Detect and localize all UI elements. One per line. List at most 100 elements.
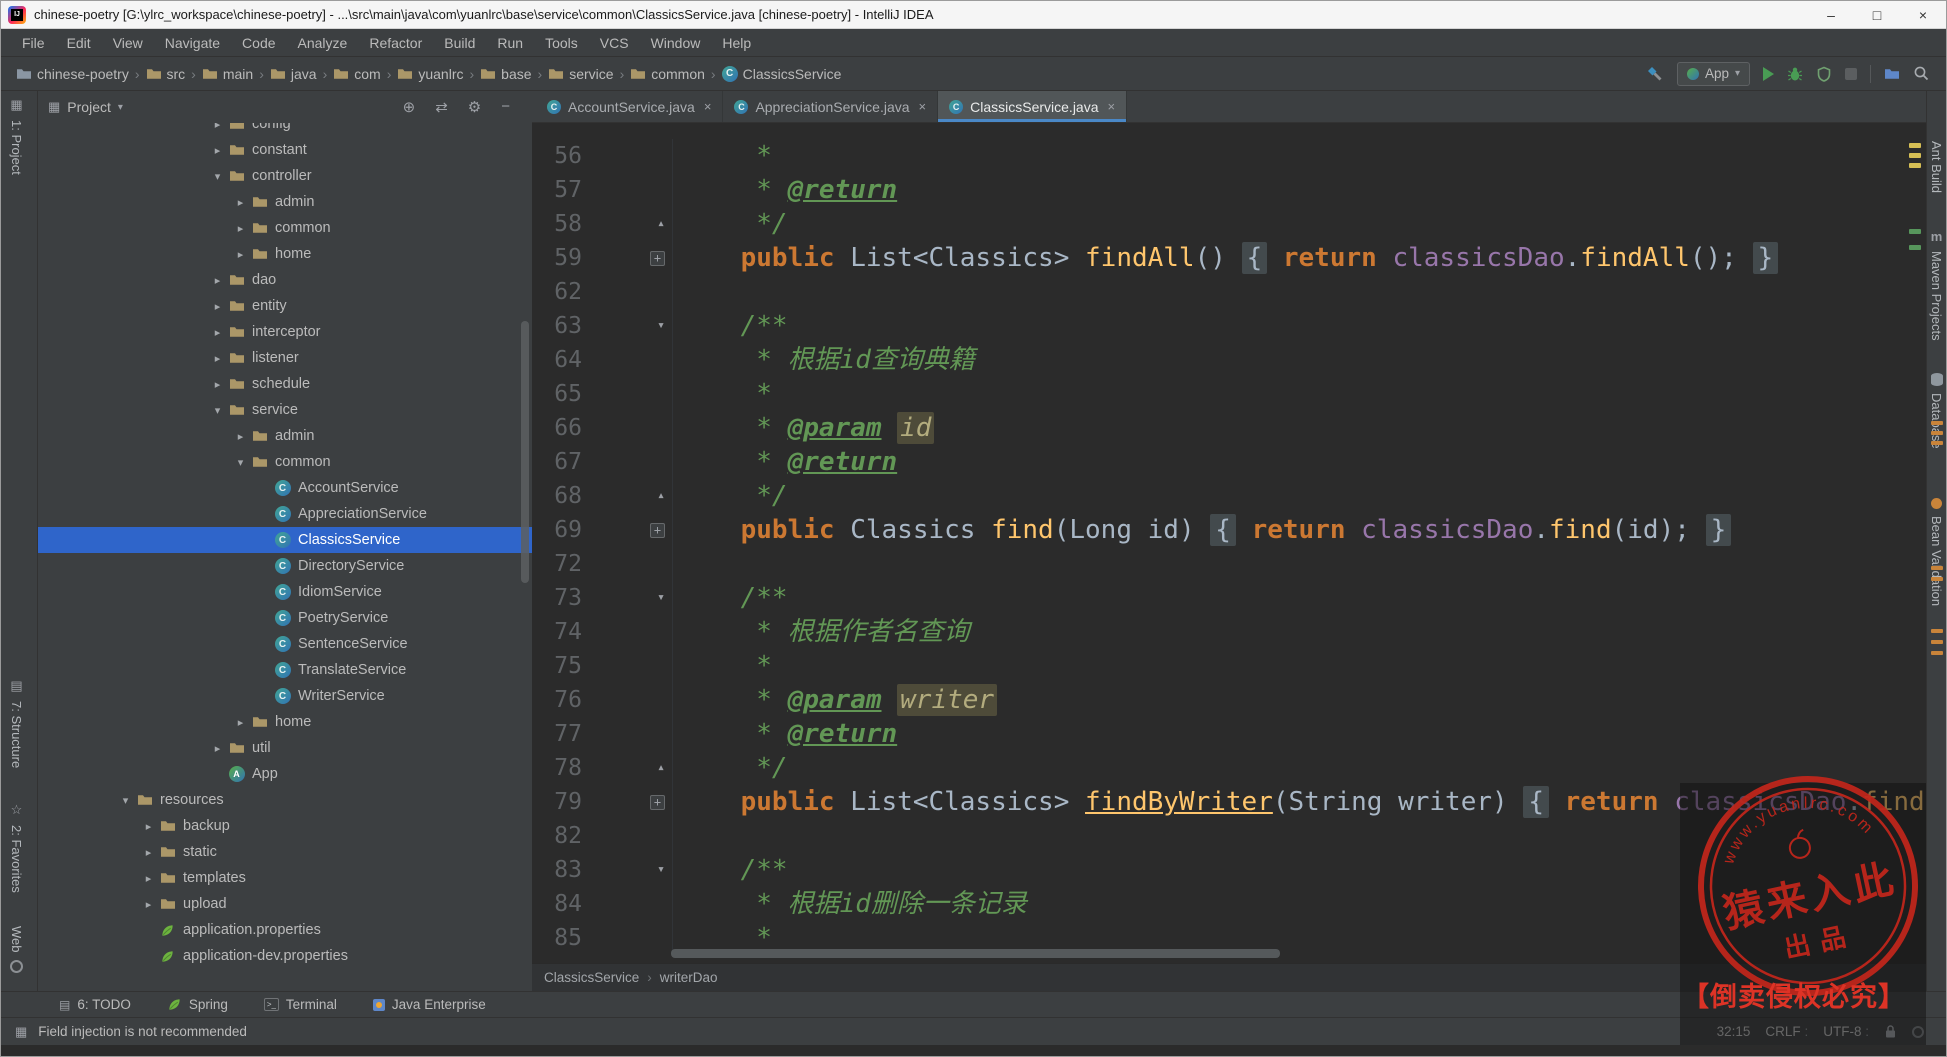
close-button[interactable]: × [1900,1,1946,28]
build-hammer-icon[interactable] [1646,65,1664,83]
tree-item-WriterService[interactable]: C WriterService [38,683,532,709]
run-config-select[interactable]: App ▾ [1676,61,1750,86]
project-structure-icon[interactable] [1884,66,1900,82]
menu-item-analyze[interactable]: Analyze [287,29,359,57]
tree-collapsed-icon[interactable]: ▸ [208,352,227,365]
code-line[interactable]: 67 * @return [532,445,1926,479]
tree-collapsed-icon[interactable]: ▸ [231,222,250,235]
tree-collapsed-icon[interactable]: ▸ [139,820,158,833]
menu-item-refactor[interactable]: Refactor [358,29,433,57]
tool-window-button-web[interactable]: Web [9,926,24,973]
tool-window-button-terminal[interactable]: >_ Terminal [263,997,337,1012]
code-line[interactable]: 69 + public Classics find(Long id) { retu… [532,513,1926,547]
tree-item-schedule[interactable]: ▸ schedule [38,371,532,397]
code-line[interactable]: 72 [532,547,1926,581]
tree-item-static[interactable]: ▸ static [38,839,532,865]
breadcrumb-item-yuanlrc[interactable]: yuanlrc [394,66,466,82]
code-line[interactable]: 64 * 根据id查询典籍 [532,343,1926,377]
tree-item-listener[interactable]: ▸ listener [38,345,532,371]
tree-item-constant[interactable]: ▸ constant [38,137,532,163]
coverage-shield-icon[interactable] [1816,66,1832,82]
menu-item-edit[interactable]: Edit [56,29,102,57]
menu-item-window[interactable]: Window [640,29,712,57]
tree-item-common[interactable]: ▾ common [38,449,532,475]
breadcrumb-item-service[interactable]: service [545,66,616,82]
code-line[interactable]: 74 * 根据作者名查询 [532,615,1926,649]
horizontal-scrollbar[interactable] [671,949,1280,958]
tree-collapsed-icon[interactable]: ▸ [208,378,227,391]
menu-item-help[interactable]: Help [711,29,762,57]
fold-marker-icon[interactable]: ▴ [582,207,672,241]
menu-item-view[interactable]: View [102,29,154,57]
code-line[interactable]: 57 * @return [532,173,1926,207]
menu-item-run[interactable]: Run [486,29,534,57]
tree-item-backup[interactable]: ▸ backup [38,813,532,839]
close-tab-icon[interactable]: × [919,99,927,114]
tree-collapsed-icon[interactable]: ▸ [231,430,250,443]
fold-collapsed-icon[interactable]: + [650,522,665,538]
tree-item-IdiomService[interactable]: C IdiomService [38,579,532,605]
breadcrumb-item-chinese-poetry[interactable]: chinese-poetry [13,66,132,82]
menu-item-build[interactable]: Build [433,29,486,57]
fold-marker-icon[interactable]: + [582,513,672,547]
search-icon[interactable] [1913,65,1930,82]
fold-marker-icon[interactable]: ▾ [582,853,672,887]
minimize-button[interactable]: – [1808,1,1854,28]
tool-window-button-2-favorites[interactable]: ☆ 2: Favorites [9,802,24,893]
tree-item-service[interactable]: ▾ service [38,397,532,423]
tree-item-AppreciationService[interactable]: C AppreciationService [38,501,532,527]
tree-collapsed-icon[interactable]: ▸ [139,846,158,859]
tree-item-DirectoryService[interactable]: C DirectoryService [38,553,532,579]
tool-window-switcher-icon[interactable]: ▦ [15,1024,27,1040]
tree-collapsed-icon[interactable]: ▸ [231,196,250,209]
tree-collapsed-icon[interactable]: ▸ [231,248,250,261]
tree-item-SentenceService[interactable]: C SentenceService [38,631,532,657]
close-tab-icon[interactable]: × [704,99,712,114]
fold-marker-icon[interactable]: + [582,241,672,275]
tree-item-home[interactable]: ▸ home [38,241,532,267]
editor-tab-AppreciationService.java[interactable]: C AppreciationService.java × [723,91,939,122]
tree-item-common[interactable]: ▸ common [38,215,532,241]
code-line[interactable]: 73 ▾ /** [532,581,1926,615]
tree-item-AccountService[interactable]: C AccountService [38,475,532,501]
tree-item-application-dev.properties[interactable]: application-dev.properties [38,943,532,969]
tree-item-home[interactable]: ▸ home [38,709,532,735]
menu-item-file[interactable]: File [11,29,56,57]
collapse-expand-icon[interactable]: ⇄ [435,98,448,116]
fold-marker-icon[interactable]: ▾ [582,581,672,615]
menu-item-tools[interactable]: Tools [534,29,589,57]
debug-bug-icon[interactable] [1787,66,1803,82]
tool-window-button-6-todo[interactable]: ▤ 6: TODO [59,997,131,1012]
tool-window-button-bean-validation[interactable]: Bean Validation [1929,498,1944,606]
tool-window-button-database[interactable]: Database [1929,373,1944,449]
fold-marker-icon[interactable]: + [582,785,672,819]
fold-collapsed-icon[interactable]: + [650,250,665,266]
menu-item-vcs[interactable]: VCS [589,29,640,57]
tree-item-ClassicsService[interactable]: C ClassicsService [38,527,532,553]
tree-item-entity[interactable]: ▸ entity [38,293,532,319]
code-line[interactable]: 65 * [532,377,1926,411]
tree-item-resources[interactable]: ▾ resources [38,787,532,813]
tool-window-button-maven-projects[interactable]: m Maven Projects [1929,229,1944,341]
tree-collapsed-icon[interactable]: ▸ [139,872,158,885]
tree-item-PoetryService[interactable]: C PoetryService [38,605,532,631]
code-line[interactable]: 56 * [532,139,1926,173]
tree-item-TranslateService[interactable]: C TranslateService [38,657,532,683]
fold-end-icon[interactable]: ▴ [657,751,665,785]
breadcrumb-item-common[interactable]: common [627,66,708,82]
tree-item-App[interactable]: A App [38,761,532,787]
breadcrumb-item-ClassicsService[interactable]: C ClassicsService [719,65,845,82]
tree-collapsed-icon[interactable]: ▸ [208,144,227,157]
tree-expanded-icon[interactable]: ▾ [231,456,250,469]
breadcrumb-item-base[interactable]: base [477,66,534,82]
code-line[interactable]: 63 ▾ /** [532,309,1926,343]
fold-start-icon[interactable]: ▾ [657,581,665,615]
tool-window-button-1-project[interactable]: ▦ 1: Project [9,97,24,175]
menu-item-navigate[interactable]: Navigate [154,29,231,57]
gear-icon[interactable]: ⚙ [468,98,481,116]
code-line[interactable]: 76 * @param writer [532,683,1926,717]
code-line[interactable]: 66 * @param id [532,411,1926,445]
tree-item-dao[interactable]: ▸ dao [38,267,532,293]
fold-start-icon[interactable]: ▾ [657,853,665,887]
tool-window-button-spring[interactable]: Spring [167,997,228,1012]
